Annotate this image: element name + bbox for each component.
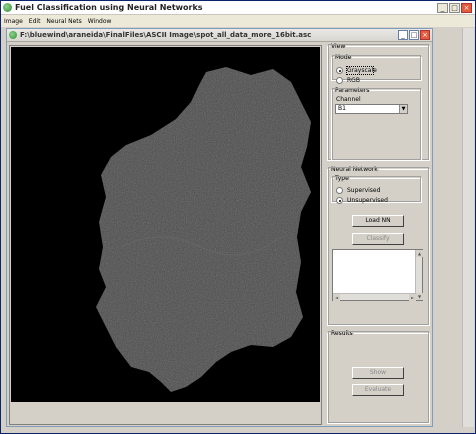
classify-button[interactable]: Classify [352, 233, 404, 245]
type-legend: Type [335, 175, 349, 182]
child-maximize-button[interactable]: □ [409, 30, 419, 40]
terrain-image-svg [11, 47, 320, 402]
image-panel [9, 45, 322, 425]
image-child-window: F:\bluewind\araneida\FinalFiles\ASCII Im… [6, 28, 433, 427]
neural-network-legend: Neural Network [331, 166, 378, 173]
child-globe-icon [9, 31, 17, 39]
menu-bar: Image Edit Neural Nets Window [1, 15, 475, 27]
minimize-button[interactable]: _ [437, 3, 448, 13]
child-close-button[interactable]: × [420, 30, 430, 40]
main-window: Fuel Classification using Neural Network… [0, 0, 476, 434]
main-vertical-scrollbar[interactable] [462, 28, 474, 427]
type-group: Type Supervised Unsupervised [331, 175, 422, 204]
grayscale-label: Grayscale [347, 67, 377, 74]
output-listbox[interactable]: ▲ ▼ ◄ ► [332, 249, 423, 301]
unsupervised-label: Unsupervised [347, 197, 388, 204]
rgb-label: RGB [347, 77, 360, 84]
listbox-horizontal-scrollbar[interactable]: ◄ ► [333, 293, 416, 301]
menu-window[interactable]: Window [88, 18, 112, 25]
supervised-label: Supervised [347, 187, 381, 194]
scroll-left-icon[interactable]: ◄ [333, 294, 340, 301]
app-globe-icon [3, 3, 12, 12]
channel-value: B1 [338, 105, 346, 112]
view-legend: View [331, 43, 346, 50]
menu-image[interactable]: Image [4, 18, 23, 25]
parameters-group: Parameters Channel B1 ▼ [331, 87, 422, 161]
unsupervised-radio[interactable] [336, 197, 343, 204]
scroll-down-icon[interactable]: ▼ [416, 293, 423, 300]
scroll-up-icon[interactable]: ▲ [416, 250, 423, 257]
grayscale-radio[interactable] [336, 67, 343, 74]
satellite-image[interactable] [11, 47, 320, 402]
channel-select[interactable]: B1 ▼ [335, 104, 408, 114]
rgb-radio[interactable] [336, 77, 343, 84]
scroll-right-icon[interactable]: ► [409, 294, 416, 301]
view-group: View Mode Grayscale RGB Parameters Chann… [327, 43, 430, 161]
close-button[interactable]: × [461, 3, 472, 13]
chevron-down-icon[interactable]: ▼ [399, 105, 407, 113]
load-nn-button[interactable]: Load NN [352, 215, 404, 227]
app-title: Fuel Classification using Neural Network… [15, 3, 203, 12]
supervised-radio[interactable] [336, 187, 343, 194]
mode-group: Mode Grayscale RGB [331, 54, 422, 84]
mode-legend: Mode [335, 54, 352, 61]
menu-neural-nets[interactable]: Neural Nets [46, 18, 81, 25]
parameters-legend: Parameters [335, 87, 370, 94]
channel-label: Channel [336, 96, 361, 103]
child-titlebar[interactable]: F:\bluewind\araneida\FinalFiles\ASCII Im… [7, 29, 432, 42]
maximize-button[interactable]: □ [449, 3, 460, 13]
child-title: F:\bluewind\araneida\FinalFiles\ASCII Im… [20, 31, 312, 39]
results-legend: Results [331, 330, 353, 337]
evaluate-button[interactable]: Evaluate [352, 384, 404, 396]
menu-edit[interactable]: Edit [29, 18, 41, 25]
listbox-vertical-scrollbar[interactable]: ▲ ▼ [415, 250, 423, 300]
results-group: Results Show Evaluate [327, 330, 430, 424]
show-button[interactable]: Show [352, 367, 404, 379]
neural-network-group: Neural Network Type Supervised Unsupervi… [327, 166, 430, 326]
child-minimize-button[interactable]: _ [398, 30, 408, 40]
app-titlebar[interactable]: Fuel Classification using Neural Network… [1, 1, 475, 15]
